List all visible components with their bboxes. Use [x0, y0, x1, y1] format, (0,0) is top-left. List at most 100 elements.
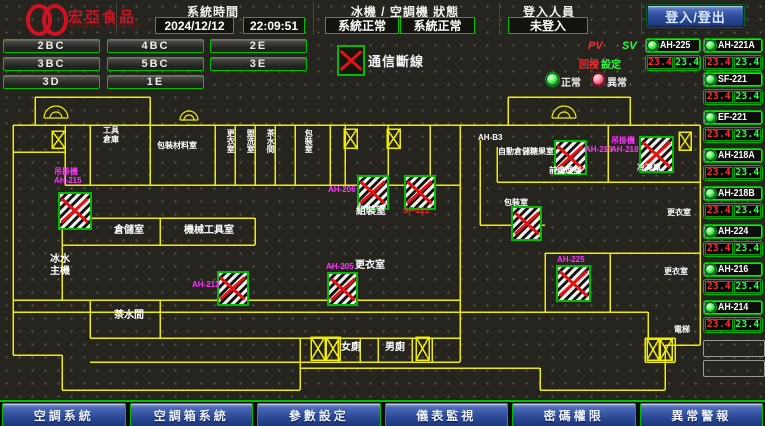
login-status-value: 未登入	[508, 17, 588, 34]
ahu-fault-icon[interactable]	[357, 175, 389, 210]
abnormal-label: 異常	[607, 74, 627, 89]
ahu-fault-icon[interactable]	[511, 206, 542, 241]
nav-ahu-system-button[interactable]: 空調箱系統	[130, 403, 254, 426]
map-room-label: 前處理室	[549, 166, 581, 175]
floor-button-3bc[interactable]: 3BC	[3, 57, 100, 71]
login-logout-button[interactable]: 登入/登出	[647, 5, 744, 27]
unit-name: AH-214	[718, 302, 748, 313]
unit-name: SF-221	[718, 74, 747, 85]
unit-led-icon	[705, 74, 716, 85]
map-room-label: 工具 倉庫	[103, 126, 119, 144]
header-divider	[115, 2, 117, 35]
nav-meter-monitor-button[interactable]: 儀表監視	[385, 403, 509, 426]
map-room-label: 自動倉儲糖果室	[498, 147, 554, 156]
header-divider	[498, 2, 500, 35]
nav-ac-system-button[interactable]: 空調系統	[2, 403, 126, 426]
unit-led-icon	[705, 150, 716, 161]
comm-loss-icon	[337, 45, 365, 76]
floor-button-2e[interactable]: 2E	[210, 39, 307, 53]
floor-button-3d[interactable]: 3D	[3, 75, 100, 89]
floor-button-4bc[interactable]: 4BC	[107, 39, 204, 53]
comm-loss-label: 通信斷線	[368, 51, 424, 70]
map-room-label: 更衣室	[664, 267, 688, 276]
map-room-label: 包裝材料室	[157, 141, 197, 150]
unit-sv-value: 23.4	[734, 281, 762, 293]
floor-button-5bc[interactable]: 5BC	[107, 57, 204, 71]
unit-name: AH-216	[718, 264, 748, 275]
bottom-nav-bar: 空調系統 空調箱系統 參數設定 儀表監視 密碼權限 異常警報	[0, 400, 765, 426]
unit-led-icon	[705, 302, 716, 313]
unit-name: AH-224	[718, 226, 748, 237]
map-room-label: 電梯	[674, 325, 690, 334]
unit-name: AH-218B	[718, 188, 755, 199]
unit-led-icon	[705, 112, 716, 123]
unit-ah-225[interactable]: AH-225 23.423.4	[645, 38, 701, 71]
map-room-label: 女廁	[341, 342, 361, 354]
unit-pv-value: 23.4	[705, 281, 733, 293]
brand-name-en: HUNYA FOODS	[69, 23, 142, 30]
ahu-status-value: 系統正常	[400, 17, 475, 34]
unit-sf-221[interactable]: SF-221 23.423.4	[703, 72, 763, 105]
unit-ah-218b[interactable]: AH-218B 23.423.4	[703, 186, 763, 219]
unit-led-icon	[705, 40, 716, 51]
unit-sv-value: 23.4	[734, 57, 762, 69]
floor-button-3e[interactable]: 3E	[210, 57, 307, 71]
ahu-fault-icon[interactable]	[58, 192, 92, 230]
door-cross-icon	[387, 129, 400, 148]
ahu-fault-icon[interactable]	[217, 271, 249, 306]
unit-ah-216[interactable]: AH-216 23.423.4	[703, 262, 763, 295]
door-cross-icon	[311, 337, 325, 360]
unit-pv-value: 23.4	[705, 91, 733, 103]
map-equip-label: AH-219	[585, 145, 613, 154]
unit-sv-value: 23.4	[734, 319, 762, 331]
walls-bottom-rooms	[90, 338, 675, 362]
ahu-fault-icon[interactable]	[404, 175, 436, 210]
map-room-label: 更衣室	[355, 260, 385, 272]
unit-ah-221a[interactable]: AH-221A 23.423.4	[703, 38, 763, 71]
nav-parameter-settings-button[interactable]: 參數設定	[257, 403, 381, 426]
map-room-label: AH-B3	[478, 133, 502, 142]
normal-label: 正常	[561, 74, 581, 89]
door-cross-icon	[344, 129, 357, 148]
unit-led-icon	[705, 188, 716, 199]
floor-button-1e[interactable]: 1E	[107, 75, 204, 89]
map-equip-label: AH-206	[328, 185, 356, 194]
hmi-screen: 宏亞食品 HUNYA FOODS 系統時間 2024/12/12 22:09:5…	[0, 0, 765, 426]
unit-sv-value: 23.4	[674, 57, 700, 69]
header-divider	[640, 2, 642, 35]
unit-ah-214[interactable]: AH-214 23.423.4	[703, 300, 763, 333]
door-cross-icon	[647, 339, 659, 360]
unit-ah-224[interactable]: AH-224 23.423.4	[703, 224, 763, 257]
unit-ef-221[interactable]: EF-221 23.423.4	[703, 110, 763, 143]
map-room-label: 男廁	[385, 342, 405, 354]
door-cross-icon	[52, 131, 65, 148]
unit-sv-value: 23.4	[734, 205, 762, 217]
unit-empty-slot	[703, 360, 765, 377]
chiller-status-value: 系統正常	[325, 17, 399, 34]
unit-sv-value: 23.4	[734, 91, 762, 103]
sv-label: SV	[622, 40, 637, 52]
header-bar: 宏亞食品 HUNYA FOODS 系統時間 2024/12/12 22:09:5…	[0, 0, 765, 37]
map-room-label: 包裝室	[304, 129, 313, 153]
ahu-fault-icon[interactable]	[556, 265, 591, 302]
unit-name: AH-225	[660, 40, 690, 51]
unit-sv-value: 23.4	[734, 167, 762, 179]
map-room-label: 茶水間	[266, 129, 275, 153]
map-equip-label: AH-205	[326, 262, 354, 271]
unit-name: AH-218A	[718, 150, 755, 161]
nav-abnormal-alarm-button[interactable]: 異常警報	[640, 403, 764, 426]
door-cross-icon	[679, 132, 691, 150]
floor-button-2bc[interactable]: 2BC	[3, 39, 100, 53]
nav-password-permission-button[interactable]: 密碼權限	[512, 403, 636, 426]
map-room-label: 盥洗室	[246, 129, 255, 153]
pv-name-label: 回授	[579, 56, 599, 71]
map-room-label: 茶水間	[114, 310, 144, 322]
unit-pv-value: 23.4	[705, 57, 733, 69]
system-date-value: 2024/12/12	[155, 17, 234, 34]
abnormal-led-icon	[592, 73, 605, 86]
normal-led-icon	[546, 73, 559, 86]
map-room-label: 更衣室	[226, 129, 235, 153]
unit-ah-218a[interactable]: AH-218A 23.423.4	[703, 148, 763, 181]
ahu-fault-icon[interactable]	[327, 272, 358, 306]
map-room-label: 包裝室	[504, 198, 528, 207]
